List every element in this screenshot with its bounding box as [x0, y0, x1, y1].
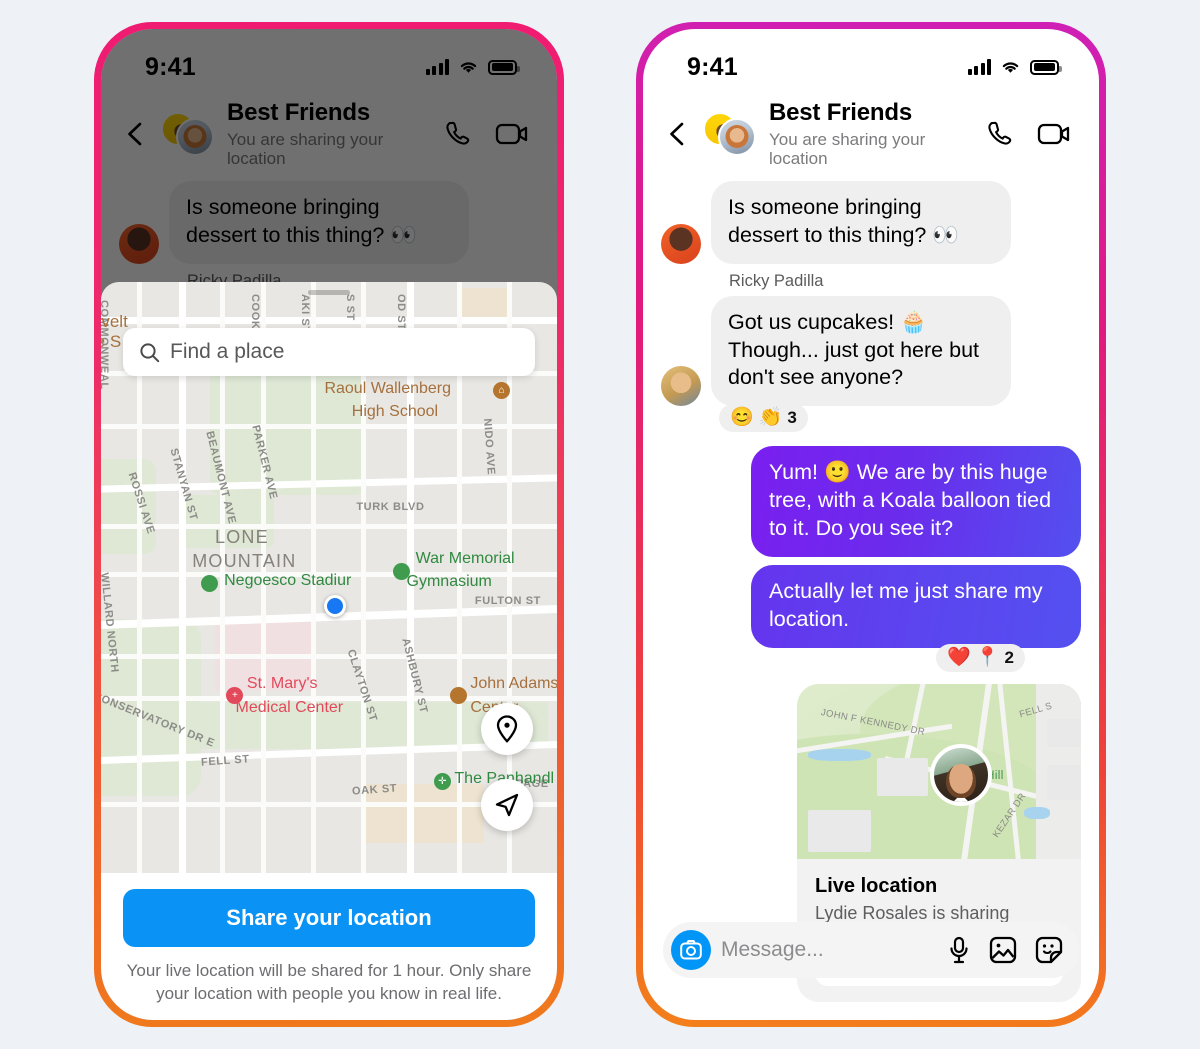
- avatar-2: [718, 117, 756, 156]
- share-your-location-button[interactable]: Share your location: [123, 889, 535, 947]
- page-title: Best Friends: [227, 99, 370, 126]
- phone-call-icon[interactable]: [443, 119, 473, 149]
- reaction-emoji-clap: 👏: [758, 407, 783, 429]
- image-icon[interactable]: [989, 936, 1017, 964]
- reaction-count: 3: [787, 408, 797, 428]
- phone-right-screen: 9:41 Best Friends You are sharing your l…: [643, 29, 1099, 1020]
- back-chevron-icon[interactable]: [123, 121, 149, 147]
- reaction-pill[interactable]: 😊 👏 3: [719, 404, 808, 433]
- phone-right: 9:41 Best Friends You are sharing your l…: [636, 22, 1106, 1027]
- locate-me-button[interactable]: [481, 779, 533, 831]
- back-chevron-icon[interactable]: [665, 121, 691, 147]
- chat-subtitle: You are sharing your location: [769, 129, 926, 169]
- phone-left-screen: 9:41 Best Friends You are sharing your l…: [101, 29, 557, 1020]
- live-location-avatar: [930, 743, 993, 806]
- cellular-bars-icon: [967, 59, 991, 75]
- chat-header-right: Best Friends You are sharing your locati…: [643, 91, 1099, 179]
- message-list-left: Is someone bringing dessert to this thin…: [101, 179, 557, 291]
- battery-full-icon: [488, 59, 520, 75]
- search-icon: [140, 342, 160, 362]
- live-location-subtitle: Lydie Rosales is sharing: [815, 903, 1010, 924]
- message-composer: Message...: [643, 922, 1099, 978]
- group-avatar[interactable]: [703, 111, 757, 156]
- reaction-emoji-heart: ❤️: [947, 647, 971, 669]
- status-time: 9:41: [687, 52, 738, 81]
- wifi-icon: [1002, 62, 1019, 73]
- video-camera-icon[interactable]: [495, 121, 529, 147]
- reaction-emoji-pin: 📍: [975, 647, 1000, 669]
- phone-left: 9:41 Best Friends You are sharing your l…: [94, 22, 564, 1027]
- reaction-pill[interactable]: ❤️ 📍 2: [936, 644, 1025, 673]
- phone-call-icon[interactable]: [985, 119, 1015, 149]
- reaction-wrap: ❤️ 📍 2: [661, 644, 1081, 673]
- chat-title-block: Best Friends You are sharing your locati…: [227, 99, 431, 169]
- search-input[interactable]: Find a place: [123, 328, 535, 376]
- live-location-title: Live location: [815, 875, 938, 898]
- sticker-icon[interactable]: [1035, 936, 1063, 964]
- avatar: [661, 366, 701, 407]
- composer-bar: Message...: [663, 922, 1079, 978]
- phones-stage: 9:41 Best Friends You are sharing your l…: [0, 0, 1200, 1049]
- reaction-emoji-smile: 😊: [730, 407, 754, 429]
- map-pin-icon: [496, 715, 518, 743]
- sender-name: Ricky Padilla: [729, 271, 824, 290]
- search-placeholder: Find a place: [170, 340, 285, 363]
- chat-subtitle: You are sharing your location: [227, 129, 384, 169]
- share-disclaimer: Your live location will be shared for 1 …: [126, 961, 532, 1003]
- message-row-outgoing: Yum! 🙂 We are by this huge tree, with a …: [661, 446, 1081, 558]
- message-bubble-outgoing[interactable]: Actually let me just share my location.: [751, 565, 1081, 649]
- message-row: Is someone bringing dessert to this thin…: [119, 180, 539, 264]
- reaction-count: 2: [1004, 648, 1014, 668]
- battery-full-icon: [1030, 59, 1062, 75]
- status-icons: [425, 59, 520, 75]
- message-bubble-incoming[interactable]: Is someone bringing dessert to this thin…: [711, 180, 1011, 264]
- status-bar-right: 9:41: [643, 29, 1099, 91]
- header-actions: [985, 119, 1075, 149]
- reaction-wrap: 😊 👏 3: [719, 404, 1081, 433]
- camera-button[interactable]: [671, 930, 711, 970]
- chat-title-block: Best Friends You are sharing your locati…: [769, 99, 973, 169]
- message-list-right: Is someone bringing dessert to this thin…: [643, 179, 1099, 1003]
- microphone-icon[interactable]: [947, 936, 971, 964]
- group-avatar[interactable]: [161, 111, 215, 156]
- message-input[interactable]: Message...: [721, 938, 937, 962]
- camera-icon: [680, 940, 702, 960]
- header-actions: [443, 119, 533, 149]
- map-pin-button[interactable]: [481, 703, 533, 755]
- status-icons: [967, 59, 1062, 75]
- avatar-2: [176, 117, 214, 156]
- avatar: [661, 223, 701, 264]
- wifi-icon: [460, 62, 477, 73]
- message-row: Is someone bringing dessert to this thin…: [661, 180, 1081, 264]
- share-location-panel: Share your location Your live location w…: [101, 873, 557, 1020]
- chat-header-left: Best Friends You are sharing your locati…: [101, 91, 557, 179]
- message-bubble-outgoing[interactable]: Yum! 🙂 We are by this huge tree, with a …: [751, 446, 1081, 558]
- video-camera-icon[interactable]: [1037, 121, 1071, 147]
- map-sheet[interactable]: COMMONWEAL COOK ST AKI ST S ST OD ST ROS…: [101, 282, 557, 873]
- composer-icons: [947, 936, 1063, 964]
- avatar: [119, 223, 159, 264]
- status-time: 9:41: [145, 52, 196, 81]
- live-location-map[interactable]: JOHN F KENNEDY DR FELL S KEZAR DR Hippie…: [797, 684, 1081, 860]
- navigation-arrow-icon: [495, 793, 519, 817]
- cellular-bars-icon: [425, 59, 449, 75]
- sheet-drag-handle[interactable]: [308, 290, 350, 295]
- message-row-outgoing: Actually let me just share my location.: [661, 565, 1081, 649]
- page-title: Best Friends: [769, 99, 912, 126]
- message-bubble-incoming[interactable]: Is someone bringing dessert to this thin…: [169, 180, 469, 264]
- message-bubble-incoming[interactable]: Got us cupcakes! 🧁 Though... just got he…: [711, 295, 1011, 407]
- message-row: Got us cupcakes! 🧁 Though... just got he…: [661, 295, 1081, 407]
- status-bar-left: 9:41: [101, 29, 557, 91]
